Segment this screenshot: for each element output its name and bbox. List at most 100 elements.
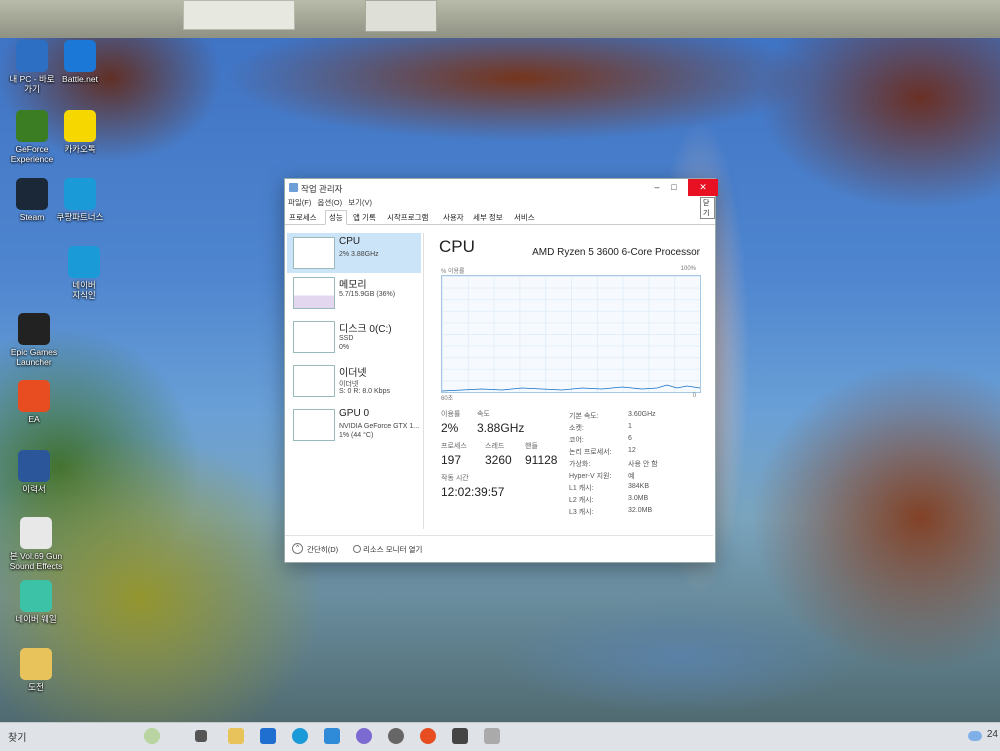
spec-value: 32.0MB: [628, 507, 653, 514]
task-view-icon[interactable]: [195, 730, 207, 742]
spec-label: 논리 프로세서:: [569, 449, 612, 456]
pc-icon: [16, 40, 48, 72]
chevron-up-icon[interactable]: ^: [292, 543, 303, 554]
spec-label: L3 캐시:: [569, 509, 594, 516]
taskbar-search[interactable]: 찾기: [8, 729, 26, 744]
handles-label: 핸들: [525, 443, 538, 450]
uptime-value: 12:02:39:57: [441, 485, 505, 499]
kakaotalk-icon: [64, 110, 96, 142]
spec-label: 가상화:: [569, 461, 591, 468]
tab-startup[interactable]: 시작프로그램: [387, 212, 428, 223]
menu-file[interactable]: 파일(F): [288, 198, 311, 207]
gpu-thumbnail: [293, 409, 335, 441]
memory-thumbnail: [293, 277, 335, 309]
resource-monitor-icon: [353, 545, 361, 553]
folder-icon: [20, 648, 52, 680]
desktop-icon[interactable]: EA: [2, 380, 66, 424]
edge-icon[interactable]: [292, 728, 308, 744]
desktop-icon-label: 쿠팡파트너스: [56, 212, 104, 222]
desktop-icon-label: 네이버 지식인: [72, 280, 96, 300]
monitor-bezel: [0, 0, 1000, 38]
perf-item-gpu[interactable]: GPU 0 NVIDIA GeForce GTX 1... 1% (44 °C): [287, 405, 421, 445]
spec-value: 예: [628, 473, 635, 480]
fewer-details-link[interactable]: 간단히(D): [307, 544, 338, 555]
utilization-label: 이용률: [441, 411, 461, 418]
perf-item-name: 이더넷: [339, 368, 367, 379]
desktop-icon-label: 네이버 웨일: [15, 614, 57, 624]
perf-item-ethernet[interactable]: 이더넷 이더넷 S: 0 R: 8.0 Kbps: [287, 361, 421, 401]
search-highlight-icon[interactable]: [144, 728, 160, 744]
tab-users[interactable]: 사용자: [443, 212, 464, 223]
store-icon[interactable]: [260, 728, 276, 744]
spec-label: L1 캐시:: [569, 485, 594, 492]
perf-item-disk[interactable]: 디스크 0(C:) SSD 0%: [287, 317, 421, 357]
perf-item-sub2: S: 0 R: 8.0 Kbps: [339, 388, 390, 395]
maximize-button[interactable]: □: [659, 179, 689, 196]
uptime-label: 작동 시간: [441, 475, 469, 482]
desktop-icon[interactable]: 쿠팡파트너스: [48, 178, 112, 222]
task-manager-taskbar-icon[interactable]: [452, 728, 468, 744]
app-taskbar-icon[interactable]: [484, 728, 500, 744]
menu-options[interactable]: 옵션(O): [317, 198, 342, 207]
processes-label: 프로세스: [441, 443, 467, 450]
settings-gear-icon[interactable]: [388, 728, 404, 744]
utilization-axis-label: % 이용률: [441, 269, 465, 275]
desktop-icon[interactable]: Epic Games Launcher: [2, 313, 66, 367]
desktop-icon[interactable]: Battle.net: [48, 40, 112, 84]
cpu-usage-line: [442, 384, 700, 392]
tab-app-history[interactable]: 앱 기록: [353, 212, 376, 223]
background-object: [183, 0, 295, 30]
max-percent-label: 100%: [680, 266, 696, 272]
cpu-detail-panel: CPU AMD Ryzen 5 3600 6-Core Processor % …: [425, 233, 710, 529]
spec-value: 사용 안 함: [628, 461, 658, 468]
disk-thumbnail: [293, 321, 335, 353]
task-manager-icon: [289, 183, 298, 192]
desktop-icon[interactable]: 카카오톡: [48, 110, 112, 154]
tab-performance[interactable]: 성능: [325, 210, 347, 225]
close-button[interactable]: ✕: [688, 179, 718, 196]
desktop-icon[interactable]: 본 Vol.69 Gun Sound Effects: [4, 517, 68, 571]
spec-label: 기본 속도:: [569, 413, 599, 420]
tab-details[interactable]: 세부 정보: [473, 212, 503, 223]
desktop-icon-label: Epic Games Launcher: [10, 347, 58, 367]
footer: ^ 간단히(D) 리소스 모니터 열기: [285, 535, 713, 560]
desktop-icon[interactable]: 네이버 지식인: [52, 246, 116, 300]
utilization-value: 2%: [441, 421, 459, 435]
desktop-icon[interactable]: 도전: [4, 648, 68, 692]
menu-view[interactable]: 보기(V): [348, 198, 372, 207]
resource-monitor-link[interactable]: 리소스 모니터 열기: [363, 544, 422, 555]
weather-icon[interactable]: [968, 731, 982, 741]
perf-item-memory[interactable]: 메모리 5.7/15.9GB (36%): [287, 273, 421, 313]
perf-item-name: GPU 0: [339, 408, 370, 419]
handles-value: 91128: [525, 453, 558, 467]
spec-value: 3.0MB: [628, 495, 649, 502]
desktop-icon[interactable]: 이력서: [2, 450, 66, 494]
perf-item-sub: 5.7/15.9GB (36%): [339, 291, 396, 298]
window-title: 작업 관리자: [301, 184, 343, 194]
processes-value: 197: [441, 453, 462, 467]
perf-item-sub: NVIDIA GeForce GTX 1...: [339, 423, 420, 430]
desktop-icon[interactable]: 네이버 웨일: [4, 580, 68, 624]
spec-value: 6: [628, 435, 632, 442]
copilot-icon[interactable]: [356, 728, 372, 744]
desktop-icon-label: 도전: [28, 682, 44, 692]
mail-icon[interactable]: [324, 728, 340, 744]
cpu-utilization-graph: [441, 275, 701, 393]
tab-services[interactable]: 서비스: [514, 212, 535, 223]
file-explorer-icon[interactable]: [228, 728, 244, 744]
perf-item-cpu[interactable]: CPU 2% 3.88GHz: [287, 233, 421, 273]
taskbar-clock[interactable]: 24: [987, 729, 998, 740]
title-bar[interactable]: 작업 관리자 – □ ✕: [285, 179, 718, 196]
geforce-icon: [16, 110, 48, 142]
desktop-icon-label: Battle.net: [62, 74, 98, 84]
ea-icon: [18, 380, 50, 412]
spec-value: 384KB: [628, 483, 650, 490]
word-document-icon: [18, 450, 50, 482]
whale-icon: [20, 580, 52, 612]
tab-processes[interactable]: 프로세스: [289, 212, 317, 223]
battlenet-icon: [64, 40, 96, 72]
desktop-icon-label: EA: [28, 414, 40, 424]
task-manager-window: 작업 관리자 – □ ✕ 닫기 파일(F) 옵션(O) 보기(V) 프로세스 성…: [284, 178, 718, 563]
ea-app-icon[interactable]: [420, 728, 436, 744]
time-axis-end: 0: [692, 393, 696, 399]
